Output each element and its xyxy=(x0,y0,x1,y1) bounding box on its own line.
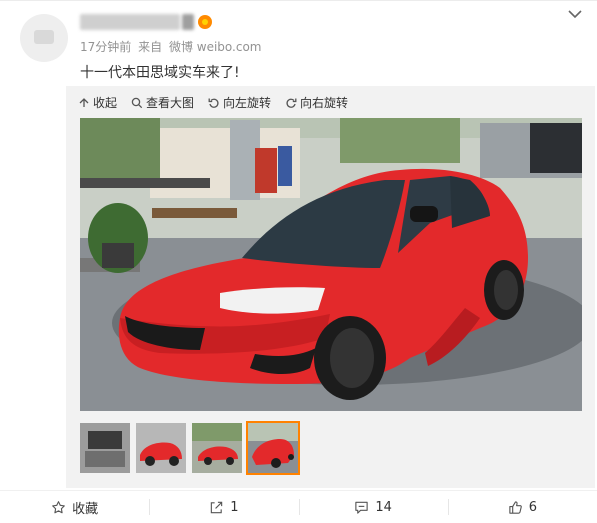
rotate-left-icon xyxy=(208,98,219,108)
collapse-button[interactable]: 收起 xyxy=(78,94,117,111)
share-icon xyxy=(211,501,223,513)
avatar[interactable] xyxy=(20,14,68,62)
like-count: 6 xyxy=(528,499,538,515)
comment-button[interactable]: 14 xyxy=(298,491,448,523)
thumbnail-3[interactable] xyxy=(192,423,242,473)
thumbnail-2[interactable] xyxy=(136,423,186,473)
comment-icon xyxy=(355,501,369,514)
image-toolbar: 收起 查看大图 向左旋转 向右旋转 xyxy=(78,94,348,111)
post-source: 微博 weibo.com xyxy=(168,40,262,54)
rotate-left-button[interactable]: 向左旋转 xyxy=(208,94,271,111)
post-text: 十一代本田思域实车来了! xyxy=(80,65,240,81)
media-viewer: 收起 查看大图 向左旋转 向右旋转 xyxy=(66,86,595,488)
thumbnail-4-image xyxy=(248,423,298,473)
rotate-left-label: 向左旋转 xyxy=(223,96,272,110)
post-source-prefix: 来自 xyxy=(138,40,163,54)
thumbnail-1[interactable] xyxy=(80,423,130,473)
rotate-right-label: 向右旋转 xyxy=(300,96,349,110)
repost-count: 1 xyxy=(230,499,239,515)
thumbnail-4-selected[interactable] xyxy=(246,421,300,475)
favorite-label: 收藏 xyxy=(72,501,99,517)
main-photo[interactable] xyxy=(80,118,582,411)
username-blurred[interactable] xyxy=(80,12,212,32)
view-large-label: 查看大图 xyxy=(146,96,195,110)
thumbs-up-icon xyxy=(509,500,522,514)
view-large-button[interactable]: 查看大图 xyxy=(131,94,194,111)
favorite-button[interactable]: 收藏 xyxy=(0,491,149,523)
comment-count: 14 xyxy=(375,499,392,515)
vip-badge-icon xyxy=(198,15,212,29)
post-time[interactable]: 17分钟前 xyxy=(80,40,131,54)
thumbnail-strip xyxy=(80,421,300,475)
top-divider xyxy=(0,0,597,1)
chevron-down-icon[interactable] xyxy=(567,6,583,22)
star-icon xyxy=(52,500,65,513)
search-icon xyxy=(131,97,143,108)
thumbnail-2-image xyxy=(136,423,186,473)
car-photo-image xyxy=(80,118,582,411)
repost-button[interactable]: 1 xyxy=(149,491,298,523)
blurred-name-tail xyxy=(182,14,194,30)
rotate-right-button[interactable]: 向右旋转 xyxy=(285,94,348,111)
action-bar: 收藏 1 14 6 xyxy=(0,490,597,523)
thumbnail-1-image xyxy=(80,423,130,473)
blurred-name xyxy=(80,14,180,30)
post-meta: 17分钟前 来自 微博 weibo.com xyxy=(80,38,265,55)
arrow-up-icon xyxy=(79,97,89,107)
thumbnail-3-image xyxy=(192,423,242,473)
like-button[interactable]: 6 xyxy=(447,491,597,523)
rotate-right-icon xyxy=(286,98,297,108)
collapse-label: 收起 xyxy=(93,96,118,110)
